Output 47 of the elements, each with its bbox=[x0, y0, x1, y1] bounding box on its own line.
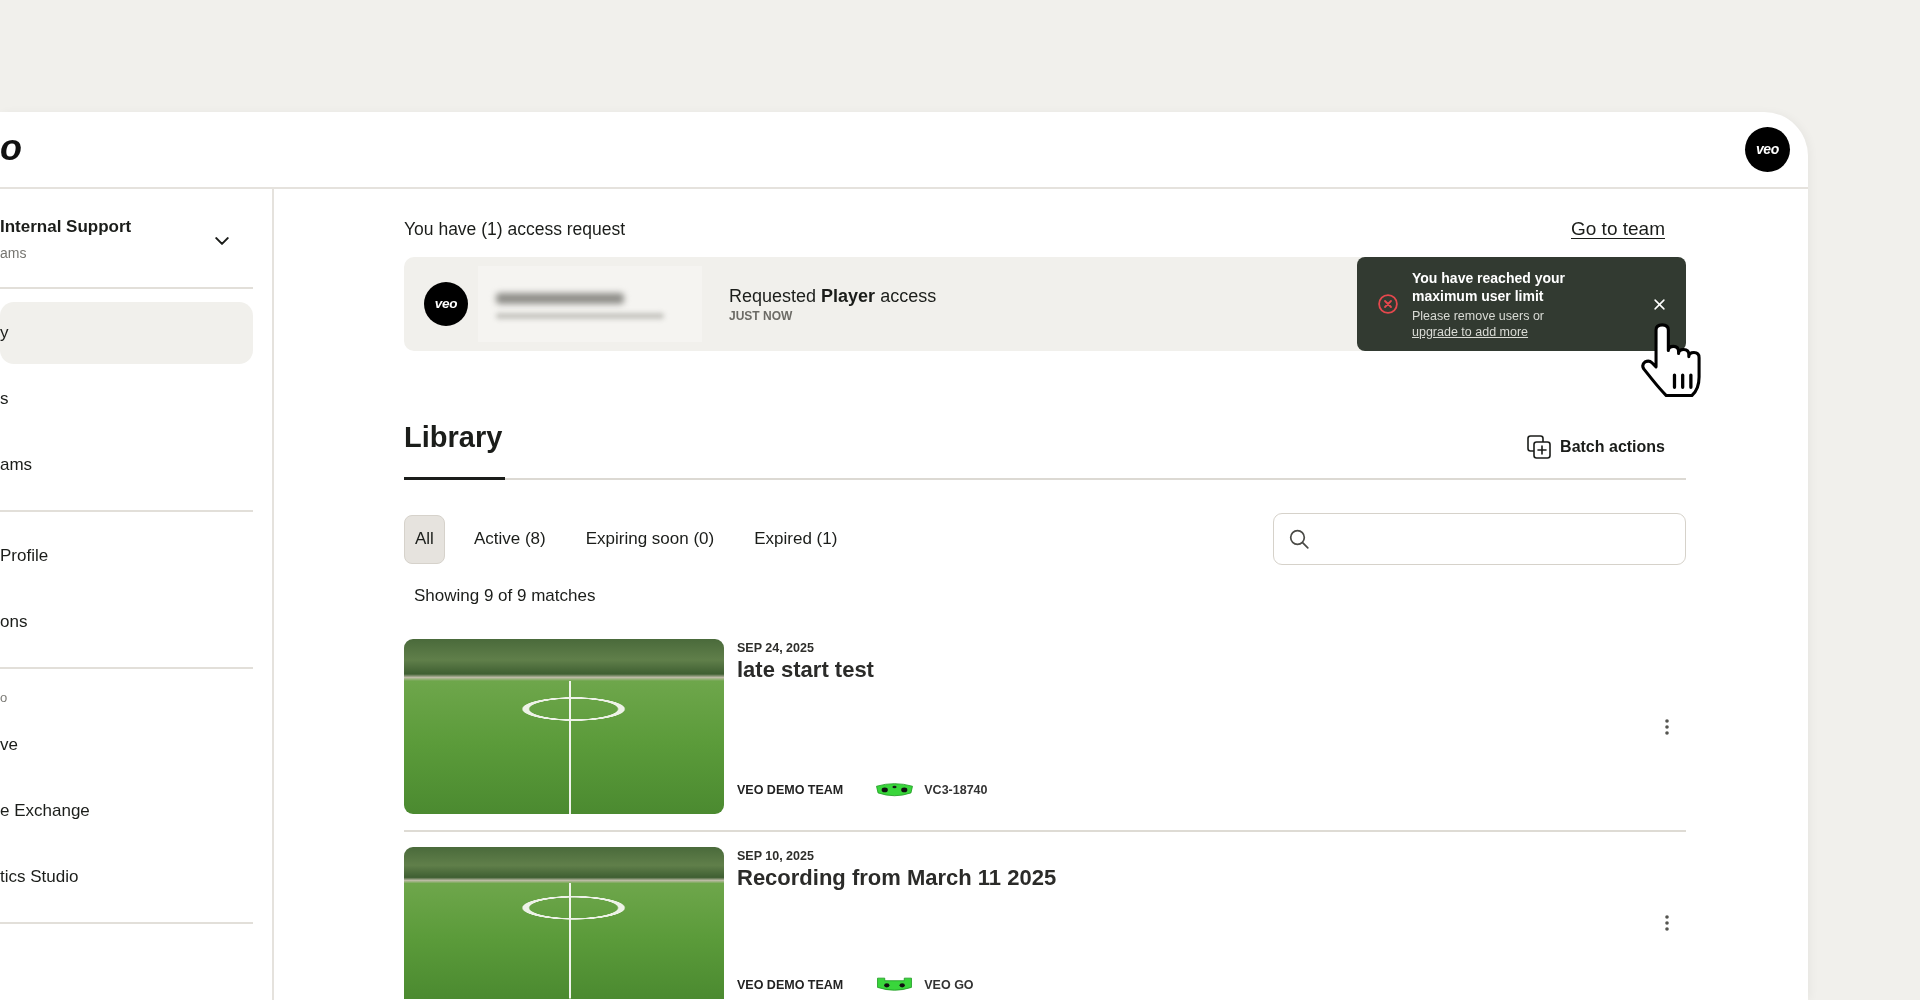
close-icon[interactable] bbox=[1654, 298, 1665, 310]
search-field[interactable] bbox=[1273, 513, 1686, 565]
recording-title: late start test bbox=[737, 656, 875, 684]
nav-item[interactable]: e Exchange bbox=[0, 780, 253, 842]
nav-item[interactable]: ve bbox=[0, 714, 253, 776]
batch-actions-button[interactable]: Batch actions bbox=[1527, 429, 1665, 465]
nav-item[interactable]: tics Studio bbox=[0, 846, 253, 908]
user-avatar: veo bbox=[424, 282, 468, 326]
nav-item[interactable]: ons bbox=[0, 591, 253, 653]
search-icon bbox=[1289, 529, 1309, 549]
logo: o bbox=[0, 129, 22, 166]
library-tab[interactable]: Library bbox=[404, 419, 505, 480]
filter-tab[interactable]: Expired (1) bbox=[743, 514, 849, 564]
filter-tab[interactable]: Active (8) bbox=[462, 514, 557, 564]
request-time: JUST NOW bbox=[729, 308, 794, 324]
toast-message: Please remove users or upgrade to add more bbox=[1412, 307, 1545, 340]
results-count: Showing 9 of 9 matches bbox=[413, 585, 597, 607]
nav-item[interactable]: y bbox=[0, 302, 253, 364]
hand-cursor-icon bbox=[1640, 323, 1702, 398]
nav-item[interactable]: s bbox=[0, 368, 253, 430]
recording-title: Recording from March 11 2025 bbox=[737, 864, 1058, 892]
recording-date: SEP 24, 2025 bbox=[737, 640, 815, 656]
photo-placeholder[interactable] bbox=[404, 639, 724, 814]
team-subtitle: ams bbox=[0, 244, 28, 263]
nav-item[interactable]: Profile bbox=[0, 525, 253, 587]
request-description: Requested Player access bbox=[729, 285, 937, 308]
camera-name: VEO GO bbox=[924, 977, 974, 995]
photo-placeholder[interactable] bbox=[404, 847, 724, 999]
team-name: Internal Support bbox=[0, 216, 132, 238]
nav-item[interactable]: ams bbox=[0, 434, 253, 496]
section-heading: o bbox=[0, 689, 9, 707]
recording-date: SEP 10, 2025 bbox=[737, 848, 815, 864]
user-avatar[interactable]: veo bbox=[1745, 127, 1790, 172]
more-options-icon[interactable] bbox=[1665, 915, 1669, 931]
camera-name: VC3-18740 bbox=[924, 782, 988, 800]
chevron-down-icon[interactable] bbox=[215, 237, 229, 245]
filter-tab[interactable]: Expiring soon (0) bbox=[574, 514, 726, 564]
more-options-icon[interactable] bbox=[1665, 718, 1669, 735]
access-request-summary: You have (1) access request bbox=[404, 217, 626, 241]
toast-title: You have reached your maximum user limit bbox=[1412, 268, 1566, 305]
team-label: VEO DEMO TEAM bbox=[737, 782, 844, 800]
upgrade-link[interactable]: upgrade to add more bbox=[1412, 324, 1529, 339]
copy-plus-icon bbox=[1527, 435, 1552, 459]
team-label: VEO DEMO TEAM bbox=[737, 977, 844, 995]
go-to-team-link[interactable]: Go to team bbox=[1571, 214, 1665, 244]
error-icon bbox=[1378, 294, 1398, 314]
filter-tab[interactable]: All bbox=[404, 514, 445, 564]
